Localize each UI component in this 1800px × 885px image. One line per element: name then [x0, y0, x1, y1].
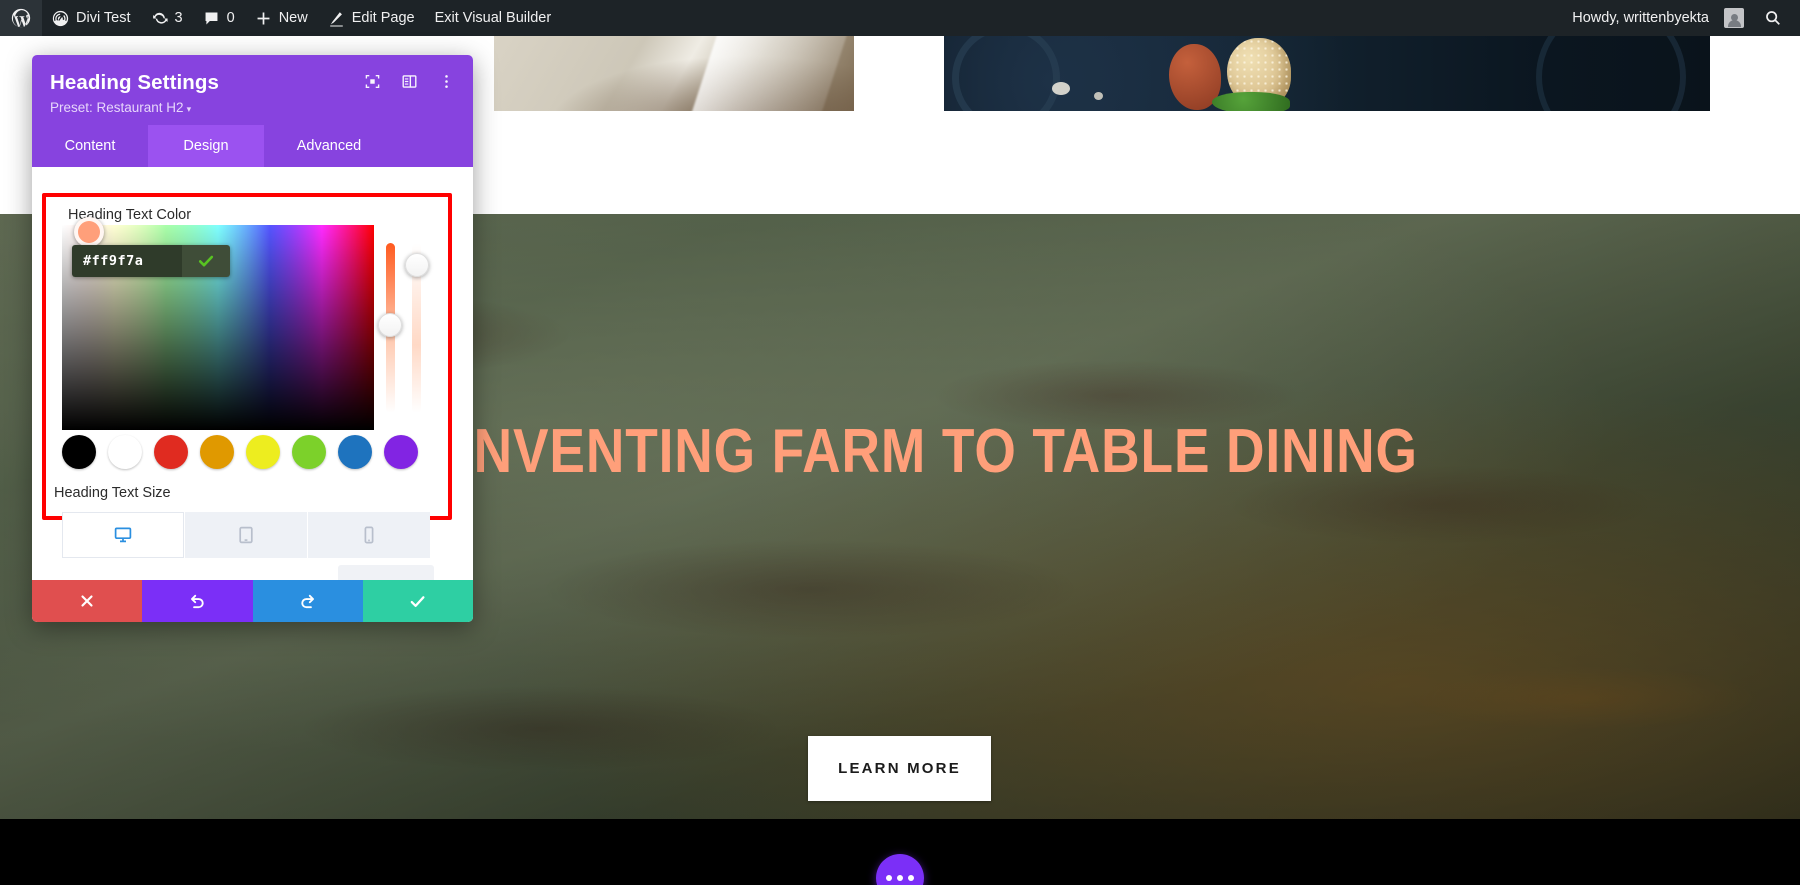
color-swatch-yellow[interactable]	[246, 435, 280, 469]
admin-bar-item-site-name[interactable]: Divi Test	[42, 0, 141, 36]
admin-bar-label-edit-page: Edit Page	[352, 10, 415, 26]
admin-bar-label-exit-visual-builder: Exit Visual Builder	[435, 10, 552, 26]
chevron-down-icon: ▾	[187, 104, 192, 114]
preset-selector[interactable]: Preset: Restaurant H2▾	[50, 100, 455, 115]
undo-arrow-icon	[188, 592, 207, 611]
dashboard-icon	[52, 10, 69, 27]
redo-arrow-icon	[298, 592, 317, 611]
color-swatch-white[interactable]	[108, 435, 142, 469]
admin-bar-label-updates: 3	[175, 10, 183, 26]
color-swatch-blue[interactable]	[338, 435, 372, 469]
preset-label: Preset: Restaurant H2	[50, 100, 184, 115]
admin-bar-label-comments: 0	[227, 10, 235, 26]
food-image-left[interactable]	[494, 36, 854, 111]
modal-action-bar	[32, 580, 473, 622]
focus-target-icon[interactable]	[364, 73, 381, 90]
wordpress-logo-icon	[10, 7, 32, 29]
admin-bar-item-comments[interactable]: 0	[193, 0, 245, 36]
wp-logo-button[interactable]	[0, 0, 42, 36]
admin-bar-item-exit-visual-builder[interactable]: Exit Visual Builder	[425, 0, 562, 36]
my-account-menu[interactable]: Howdy, writtenbyekta	[1562, 0, 1754, 36]
fab-dot-1	[886, 875, 892, 881]
learn-more-button[interactable]: LEARN MORE	[808, 736, 991, 801]
admin-bar-left-group: Divi Test 3 0	[0, 0, 561, 36]
device-tab-desktop[interactable]	[62, 512, 185, 558]
panel-layout-icon[interactable]	[401, 73, 418, 90]
desktop-icon	[113, 525, 133, 545]
wp-admin-bar: Divi Test 3 0	[0, 0, 1800, 36]
howdy-label: Howdy, writtenbyekta	[1572, 10, 1709, 26]
modal-header: Heading Settings Preset: Restaurant H2▾	[32, 55, 473, 125]
color-swatch-green[interactable]	[292, 435, 326, 469]
updates-icon	[151, 10, 168, 27]
color-sliders	[374, 225, 430, 430]
checkmark-icon	[408, 592, 427, 611]
fab-dot-2	[897, 875, 903, 881]
admin-bar-right-group: Howdy, writtenbyekta	[1562, 0, 1800, 36]
admin-bar-item-edit-page[interactable]: Edit Page	[318, 0, 425, 36]
pencil-icon	[328, 10, 345, 27]
hue-slider-knob[interactable]	[378, 313, 402, 337]
admin-bar-item-updates[interactable]: 3	[141, 0, 193, 36]
modal-header-icons	[364, 73, 455, 90]
phone-icon	[359, 525, 379, 545]
screen-root: Divi Test 3 0	[0, 0, 1800, 885]
modal-body: Heading Text Color	[32, 167, 473, 580]
device-tab-tablet[interactable]	[185, 512, 308, 558]
tab-content[interactable]: Content	[32, 125, 148, 167]
redo-button[interactable]	[253, 580, 363, 622]
vertical-ellipsis-icon[interactable]	[438, 73, 455, 90]
admin-bar-label-new: New	[279, 10, 308, 26]
tablet-icon	[236, 525, 256, 545]
responsive-device-tabs	[62, 512, 430, 558]
comment-bubble-icon	[203, 10, 220, 27]
size-slider-partial[interactable]	[338, 565, 434, 580]
undo-button[interactable]	[142, 580, 252, 622]
device-tab-phone[interactable]	[308, 512, 430, 558]
color-picker-handle[interactable]	[74, 217, 104, 247]
hex-value-chip	[72, 245, 230, 277]
color-swatch-purple[interactable]	[384, 435, 418, 469]
close-x-icon	[78, 592, 96, 610]
admin-bar-item-new[interactable]: New	[245, 0, 318, 36]
admin-bar-search-button[interactable]	[1754, 0, 1792, 36]
fab-dot-3	[908, 875, 914, 881]
color-swatch-orange[interactable]	[200, 435, 234, 469]
plus-icon	[255, 10, 272, 27]
heading-text-size-label: Heading Text Size	[54, 485, 171, 501]
hex-color-input[interactable]	[72, 245, 182, 277]
cancel-button[interactable]	[32, 580, 142, 622]
color-swatch-red[interactable]	[154, 435, 188, 469]
save-button[interactable]	[363, 580, 473, 622]
color-swatch-row	[62, 435, 430, 469]
modal-tab-bar: Content Design Advanced	[32, 125, 473, 167]
color-picker	[62, 225, 430, 430]
color-swatch-black[interactable]	[62, 435, 96, 469]
search-icon	[1764, 9, 1782, 27]
opacity-slider-knob[interactable]	[405, 253, 429, 277]
saturation-value-area[interactable]	[62, 225, 374, 430]
tab-design[interactable]: Design	[148, 125, 264, 167]
tab-advanced[interactable]: Advanced	[264, 125, 394, 167]
user-avatar-icon	[1724, 8, 1744, 28]
food-image-right[interactable]	[944, 36, 1710, 111]
heading-settings-modal: Heading Settings Preset: Restaurant H2▾	[32, 55, 473, 622]
hex-confirm-button[interactable]	[182, 245, 230, 277]
admin-bar-label-site-name: Divi Test	[76, 10, 131, 26]
